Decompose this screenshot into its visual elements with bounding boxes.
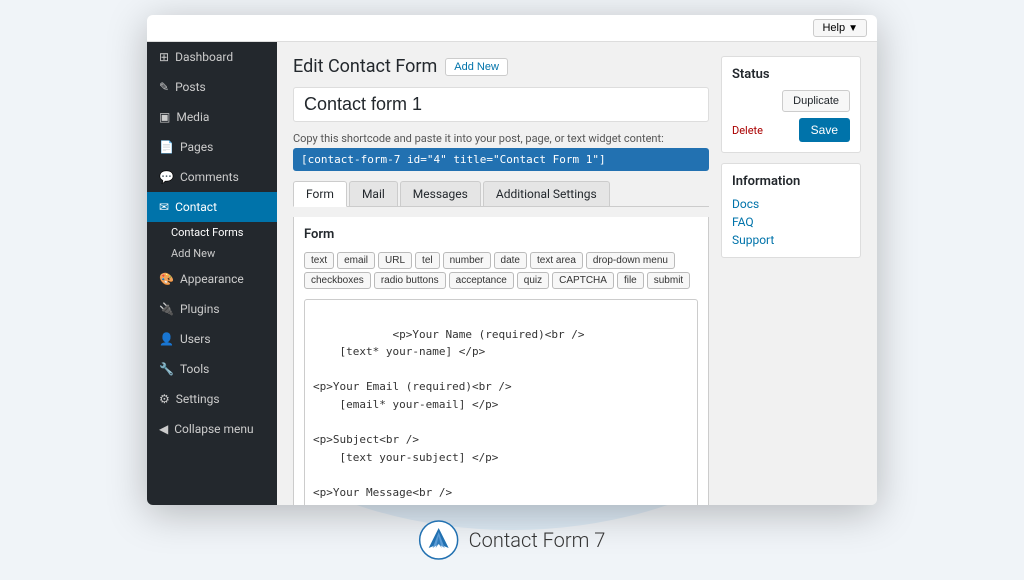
tag-button-quiz[interactable]: quiz xyxy=(517,272,549,289)
main-right-panel: Status Duplicate Delete xyxy=(721,56,861,491)
branding: Contact Form 7 xyxy=(419,520,606,560)
form-editor-title: Form xyxy=(304,227,698,242)
sidebar-item-label: Posts xyxy=(175,80,206,94)
tag-button-url[interactable]: URL xyxy=(378,252,412,269)
sidebar-item-label: Contact xyxy=(175,200,217,214)
plugins-icon: 🔌 xyxy=(159,302,174,316)
app-window: Help ▼ ⊞ Dashboard ✎ Posts ▣ Media 📄 Pag… xyxy=(147,15,877,505)
tag-buttons-row: textemailURLtelnumberdatetext areadrop-d… xyxy=(304,252,698,289)
status-buttons: Duplicate Delete Save xyxy=(732,90,850,142)
contact-icon: ✉ xyxy=(159,200,169,214)
form-editor: Form textemailURLtelnumberdatetext aread… xyxy=(293,217,709,505)
sidebar-item-label: Dashboard xyxy=(175,50,233,64)
page-title: Edit Contact Form xyxy=(293,56,437,77)
tab-mail[interactable]: Mail xyxy=(349,181,398,206)
main-left-panel: Edit Contact Form Add New Copy this shor… xyxy=(293,56,709,491)
sidebar-item-plugins[interactable]: 🔌 Plugins xyxy=(147,294,277,324)
tag-button-date[interactable]: date xyxy=(494,252,527,269)
status-row-1: Duplicate xyxy=(732,90,850,112)
brand-logo-icon xyxy=(419,520,459,560)
tag-button-file[interactable]: file xyxy=(617,272,644,289)
tag-button-tel[interactable]: tel xyxy=(415,252,440,269)
code-editor[interactable]: <p>Your Name (required)<br /> [text* you… xyxy=(304,299,698,505)
shortcode-box[interactable]: [contact-form-7 id="4" title="Contact Fo… xyxy=(293,148,709,171)
sidebar-sub-add-new[interactable]: Add New xyxy=(147,243,277,264)
settings-icon: ⚙ xyxy=(159,392,170,406)
duplicate-button[interactable]: Duplicate xyxy=(782,90,850,112)
sidebar-item-label: Users xyxy=(180,332,211,346)
sidebar-item-label: Settings xyxy=(176,392,220,406)
tag-button-checkboxes[interactable]: checkboxes xyxy=(304,272,371,289)
tools-icon: 🔧 xyxy=(159,362,174,376)
tag-button-acceptance[interactable]: acceptance xyxy=(449,272,514,289)
status-panel: Status Duplicate Delete xyxy=(721,56,861,153)
tag-button-radio-buttons[interactable]: radio buttons xyxy=(374,272,446,289)
sidebar-item-comments[interactable]: 💬 Comments xyxy=(147,162,277,192)
page-header: Edit Contact Form Add New xyxy=(293,56,709,77)
tag-button-captcha[interactable]: CAPTCHA xyxy=(552,272,614,289)
support-link[interactable]: Support xyxy=(732,233,850,247)
save-button[interactable]: Save xyxy=(799,118,850,142)
page-title-text: Edit Contact Form xyxy=(293,56,437,77)
pages-icon: 📄 xyxy=(159,140,174,154)
sidebar-item-pages[interactable]: 📄 Pages xyxy=(147,132,277,162)
sidebar-item-label: Media xyxy=(176,110,209,124)
help-button[interactable]: Help ▼ xyxy=(813,19,867,37)
tag-button-submit[interactable]: submit xyxy=(647,272,690,289)
title-bar: Help ▼ xyxy=(147,15,877,42)
brand-name: Contact Form 7 xyxy=(469,528,606,552)
tab-form[interactable]: Form xyxy=(293,181,347,207)
main-content: Edit Contact Form Add New Copy this shor… xyxy=(277,42,877,505)
status-panel-title: Status xyxy=(732,67,850,82)
posts-icon: ✎ xyxy=(159,80,169,94)
tag-button-email[interactable]: email xyxy=(337,252,375,269)
sidebar-item-collapse[interactable]: ◀ Collapse menu xyxy=(147,414,277,444)
sidebar-item-label: Comments xyxy=(180,170,239,184)
faq-link[interactable]: FAQ xyxy=(732,215,850,229)
sidebar-item-settings[interactable]: ⚙ Settings xyxy=(147,384,277,414)
sidebar-item-label: Pages xyxy=(180,140,213,154)
appearance-icon: 🎨 xyxy=(159,272,174,286)
info-links: Docs FAQ Support xyxy=(732,197,850,247)
sidebar-item-appearance[interactable]: 🎨 Appearance xyxy=(147,264,277,294)
sidebar-item-media[interactable]: ▣ Media xyxy=(147,102,277,132)
tag-button-text-area[interactable]: text area xyxy=(530,252,583,269)
add-new-button[interactable]: Add New xyxy=(445,58,508,76)
tag-button-number[interactable]: number xyxy=(443,252,491,269)
sidebar-item-contact[interactable]: ✉ Contact xyxy=(147,192,277,222)
delete-link[interactable]: Delete xyxy=(732,124,763,137)
sidebar-item-posts[interactable]: ✎ Posts xyxy=(147,72,277,102)
shortcode-label: Copy this shortcode and paste it into yo… xyxy=(293,132,709,145)
tag-button-drop-down-menu[interactable]: drop-down menu xyxy=(586,252,675,269)
sidebar-item-users[interactable]: 👤 Users xyxy=(147,324,277,354)
form-tabs: Form Mail Messages Additional Settings xyxy=(293,181,709,207)
status-row-2: Delete Save xyxy=(732,118,850,142)
docs-link[interactable]: Docs xyxy=(732,197,850,211)
sidebar-item-dashboard[interactable]: ⊞ Dashboard xyxy=(147,42,277,72)
sidebar-sub-contact-forms[interactable]: Contact Forms xyxy=(147,222,277,243)
media-icon: ▣ xyxy=(159,110,170,124)
sidebar-item-label: Appearance xyxy=(180,272,244,286)
form-title-input[interactable] xyxy=(293,87,709,122)
collapse-icon: ◀ xyxy=(159,422,168,436)
sidebar-sub-label: Contact Forms xyxy=(171,226,243,239)
info-panel: Information Docs FAQ Support xyxy=(721,163,861,258)
tag-button-text[interactable]: text xyxy=(304,252,334,269)
help-chevron-icon: ▼ xyxy=(848,23,858,34)
content-area: ⊞ Dashboard ✎ Posts ▣ Media 📄 Pages 💬 Co… xyxy=(147,42,877,505)
sidebar-item-label: Collapse menu xyxy=(174,422,253,436)
sidebar-item-tools[interactable]: 🔧 Tools xyxy=(147,354,277,384)
help-label: Help xyxy=(822,22,845,34)
sidebar-item-label: Plugins xyxy=(180,302,220,316)
tab-additional-settings[interactable]: Additional Settings xyxy=(483,181,610,206)
sidebar-item-label: Tools xyxy=(180,362,209,376)
shortcode-section: Copy this shortcode and paste it into yo… xyxy=(293,132,709,171)
sidebar: ⊞ Dashboard ✎ Posts ▣ Media 📄 Pages 💬 Co… xyxy=(147,42,277,505)
comments-icon: 💬 xyxy=(159,170,174,184)
sidebar-sub-label: Add New xyxy=(171,247,215,260)
users-icon: 👤 xyxy=(159,332,174,346)
info-panel-title: Information xyxy=(732,174,850,189)
tab-messages[interactable]: Messages xyxy=(400,181,481,206)
dashboard-icon: ⊞ xyxy=(159,50,169,64)
